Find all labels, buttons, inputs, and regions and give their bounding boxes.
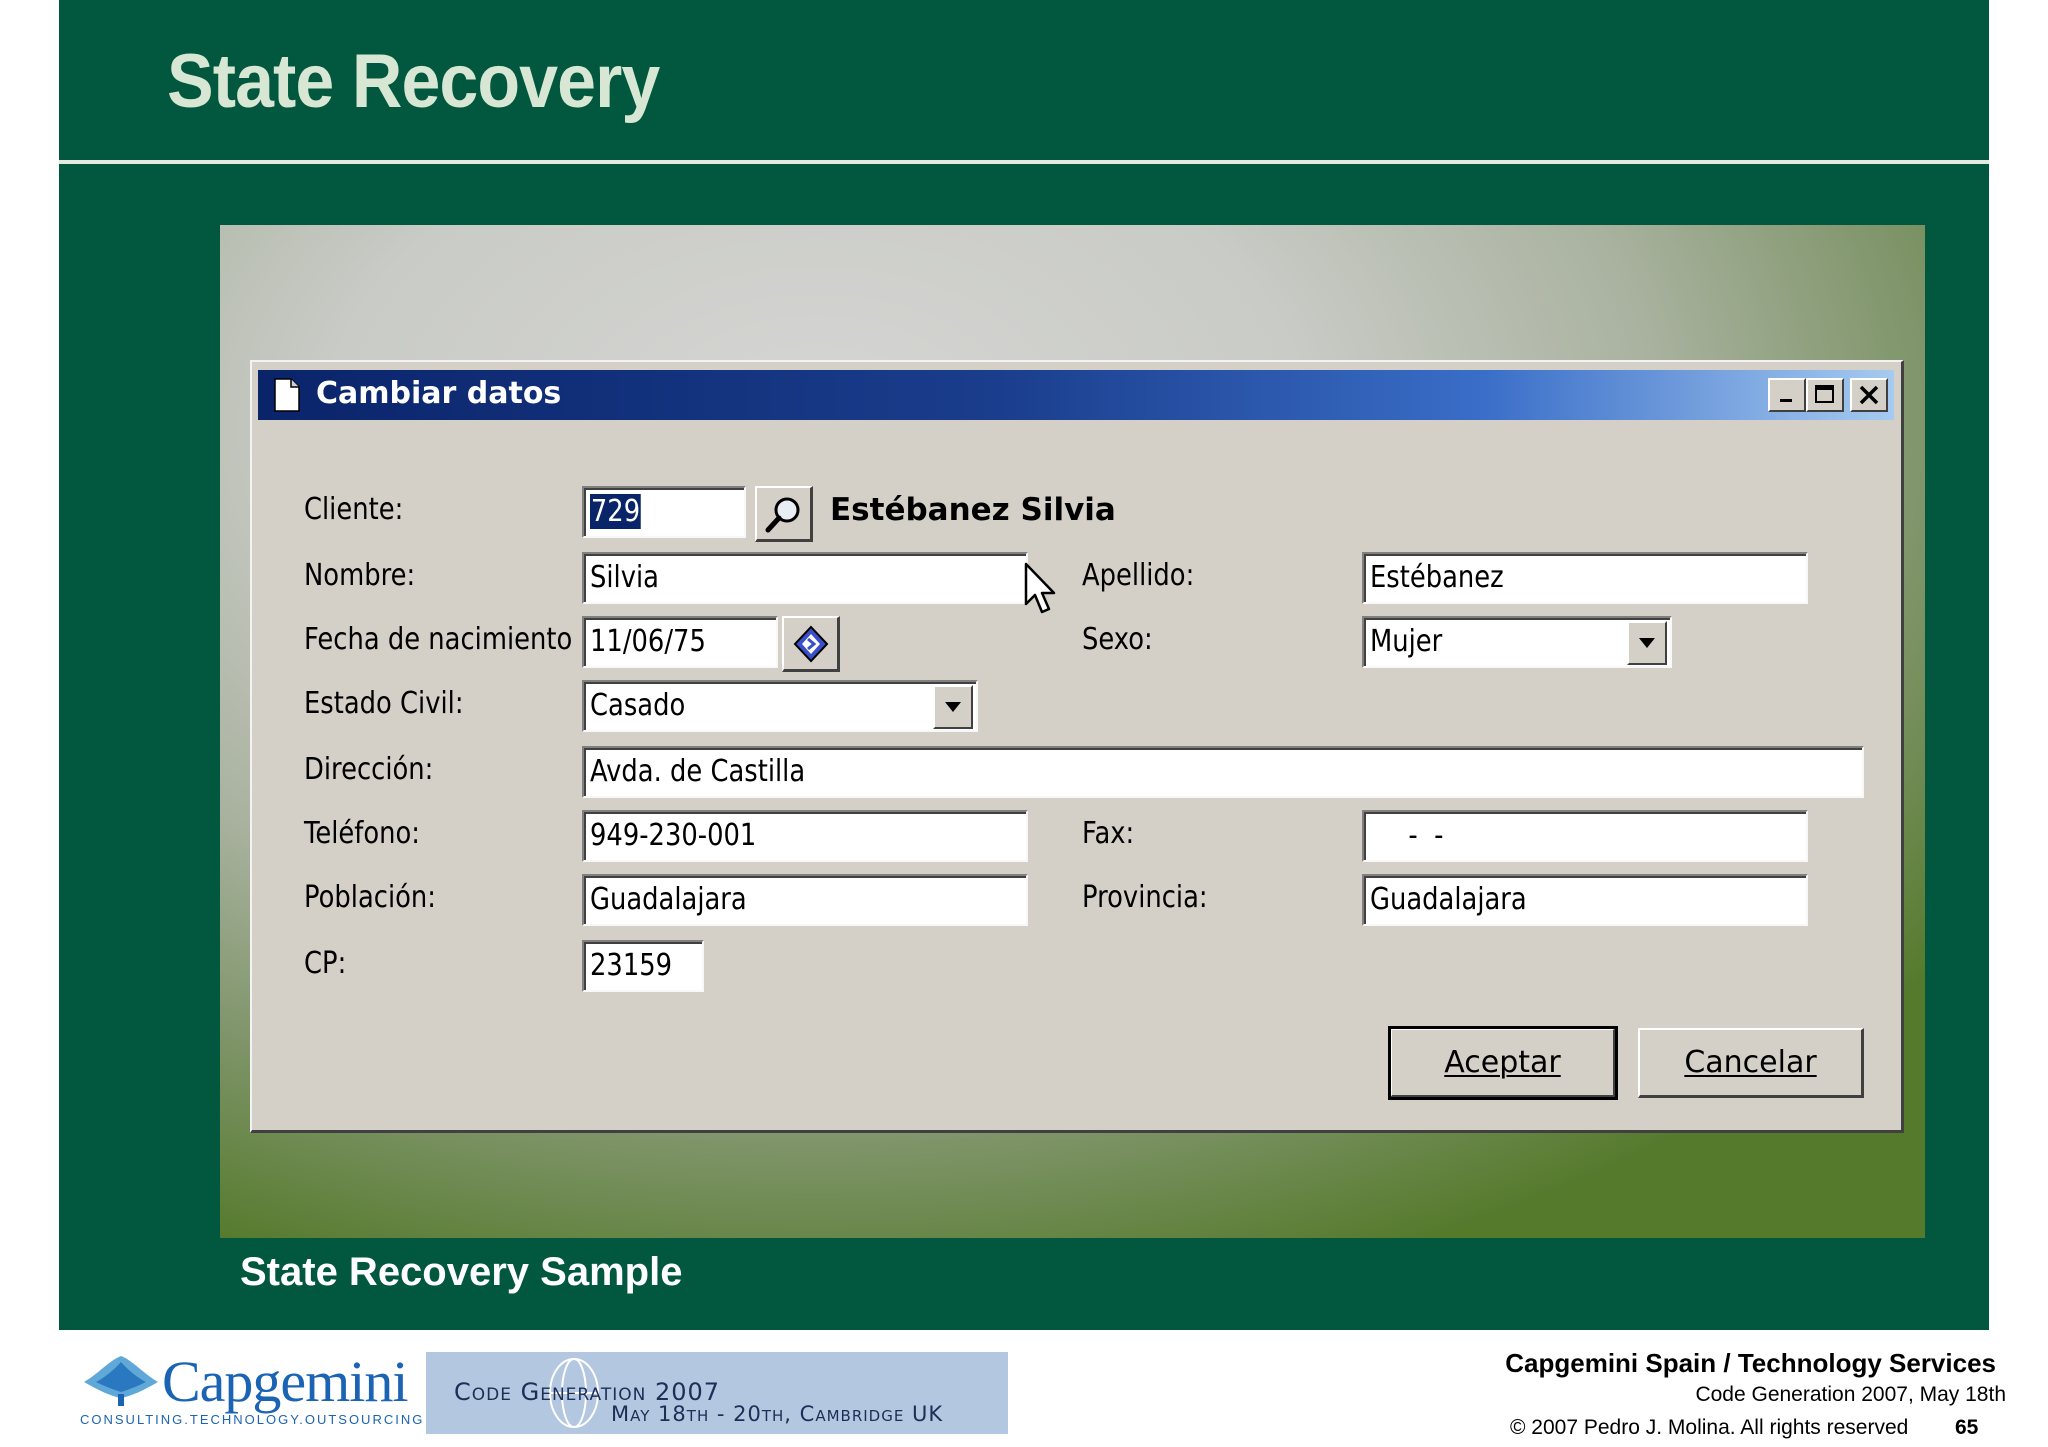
banner-dates: May 18th - 20th, Cambridge UK [611, 1402, 944, 1426]
title-divider [59, 160, 1989, 164]
cancelar-label: Cancelar [1684, 1045, 1817, 1080]
chevron-down-icon [945, 702, 961, 712]
search-client-button[interactable] [755, 486, 813, 542]
footer-event: Code Generation 2007, May 18th [1695, 1383, 2006, 1406]
cliente-label: Cliente: [304, 492, 404, 527]
page-number: 65 [1955, 1416, 1979, 1439]
fecha-nacimiento-label: Fecha de nacimiento [304, 622, 573, 657]
apellido-input[interactable]: Estébanez [1362, 552, 1808, 604]
date-picker-button[interactable] [782, 616, 840, 672]
fecha-nacimiento-value: 11/06/75 [590, 624, 706, 659]
estado-civil-select[interactable]: Casado [582, 680, 978, 732]
minimize-button[interactable] [1768, 378, 1806, 412]
close-button[interactable] [1850, 378, 1888, 412]
cambiar-datos-window: Cambiar datos Cliente: 729 Estébanez Sil… [250, 360, 1904, 1133]
footer-copyright: © 2007 Pedro J. Molina. All rights reser… [1510, 1416, 1909, 1439]
calendar-icon [793, 625, 828, 662]
apellido-value: Estébanez [1370, 560, 1504, 595]
minimize-icon [1780, 399, 1792, 402]
nombre-input[interactable]: Silvia [582, 552, 1028, 604]
capgemini-spade-icon [84, 1356, 158, 1406]
aceptar-label: Aceptar [1444, 1045, 1561, 1080]
cp-input[interactable]: 23159 [582, 940, 704, 992]
capgemini-tagline: CONSULTING.TECHNOLOGY.OUTSOURCING [80, 1412, 425, 1427]
capgemini-logo-text: Capgemini [162, 1349, 409, 1414]
apellido-label: Apellido: [1082, 558, 1195, 593]
code-generation-banner: Code Generation 2007 May 18th - 20th, Ca… [426, 1352, 1008, 1434]
cliente-input[interactable]: 729 [582, 486, 746, 538]
cliente-value: 729 [590, 494, 641, 529]
direccion-label: Dirección: [304, 752, 434, 787]
sexo-value: Mujer [1370, 624, 1443, 659]
window-title: Cambiar datos [316, 376, 562, 411]
fax-value: - - [1392, 818, 1444, 853]
estado-civil-dropdown-button[interactable] [933, 685, 973, 729]
slide-caption: State Recovery Sample [240, 1250, 683, 1294]
chevron-down-icon [1639, 638, 1655, 648]
direccion-value: Avda. de Castilla [590, 754, 806, 789]
telefono-value: 949-230-001 [590, 818, 757, 853]
telefono-label: Teléfono: [304, 816, 420, 851]
slide-title: State Recovery [167, 39, 660, 124]
nombre-value: Silvia [590, 560, 659, 595]
sexo-label: Sexo: [1082, 622, 1153, 657]
mouse-cursor-icon [1024, 562, 1056, 614]
maximize-icon [1815, 385, 1834, 403]
fax-label: Fax: [1082, 816, 1135, 851]
cp-label: CP: [304, 946, 347, 981]
poblacion-label: Población: [304, 880, 436, 915]
client-full-name: Estébanez Silvia [830, 492, 1116, 528]
document-icon [274, 378, 300, 412]
estado-civil-value: Casado [590, 688, 686, 723]
fecha-nacimiento-input[interactable]: 11/06/75 [582, 616, 778, 668]
direccion-input[interactable]: Avda. de Castilla [582, 746, 1864, 798]
telefono-input[interactable]: 949-230-001 [582, 810, 1028, 862]
magnifier-icon [765, 497, 799, 532]
footer-company: Capgemini Spain / Technology Services [1505, 1348, 1996, 1378]
cp-value: 23159 [590, 948, 673, 983]
poblacion-value: Guadalajara [590, 882, 747, 917]
provincia-label: Provincia: [1082, 880, 1208, 915]
sexo-dropdown-button[interactable] [1627, 621, 1667, 665]
poblacion-input[interactable]: Guadalajara [582, 874, 1028, 926]
estado-civil-label: Estado Civil: [304, 686, 464, 721]
close-icon [1859, 385, 1879, 405]
provincia-value: Guadalajara [1370, 882, 1527, 917]
nombre-label: Nombre: [304, 558, 416, 593]
maximize-button[interactable] [1806, 378, 1844, 412]
cancelar-button[interactable]: Cancelar [1638, 1028, 1864, 1098]
fax-input[interactable]: - - [1362, 810, 1808, 862]
window-titlebar[interactable]: Cambiar datos [258, 370, 1894, 420]
sexo-select[interactable]: Mujer [1362, 616, 1672, 668]
aceptar-button[interactable]: Aceptar [1388, 1026, 1618, 1100]
provincia-input[interactable]: Guadalajara [1362, 874, 1808, 926]
